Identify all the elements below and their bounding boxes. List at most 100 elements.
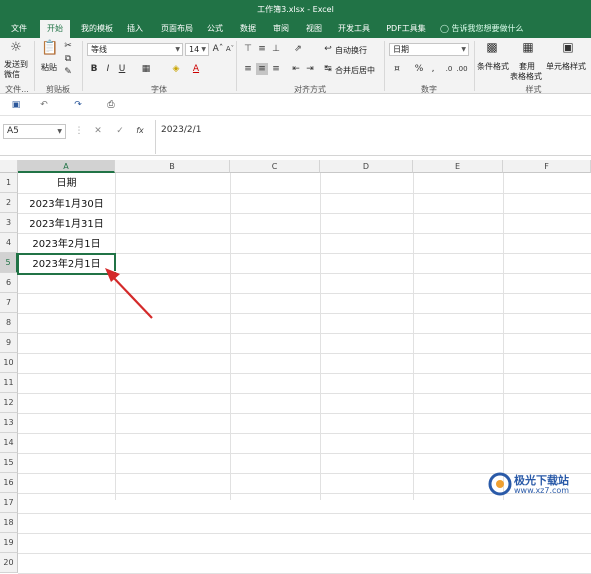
cell-a4[interactable]: 2023年2月1日 <box>18 235 115 255</box>
cell-styles-button[interactable]: 单元格样式 <box>546 61 586 72</box>
row-header-6[interactable]: 6 <box>0 273 18 293</box>
merge-center-icon[interactable]: ↹ <box>322 63 334 75</box>
cell-a1[interactable]: 日期 <box>18 175 115 193</box>
row-header-1[interactable]: 1 <box>0 173 18 193</box>
row-header-7[interactable]: 7 <box>0 293 18 313</box>
increase-font-icon[interactable]: Aˆ <box>212 43 224 55</box>
wechat-send-icon[interactable]: ☼ <box>8 42 24 58</box>
row-header-16[interactable]: 16 <box>0 473 18 493</box>
row-header-17[interactable]: 17 <box>0 493 18 513</box>
borders-icon[interactable]: ▦ <box>140 63 152 75</box>
paste-button[interactable]: 粘贴 <box>41 62 57 73</box>
align-bottom-icon[interactable]: ⊥ <box>270 43 282 55</box>
conditional-format-button[interactable]: 条件格式 <box>477 61 509 72</box>
align-left-icon[interactable]: ≡ <box>242 63 254 75</box>
accounting-format-icon[interactable]: ¤ <box>391 63 403 75</box>
wrap-text-icon[interactable]: ↩ <box>322 43 334 55</box>
column-header-d[interactable]: D <box>320 160 413 173</box>
decrease-indent-icon[interactable]: ⇤ <box>290 63 302 75</box>
increase-decimal-icon[interactable]: .0 <box>443 63 455 75</box>
format-as-table-icon[interactable]: ▦ <box>520 41 536 57</box>
format-as-table-button-line2[interactable]: 表格格式 <box>510 71 542 82</box>
worksheet-grid[interactable]: A B C D E F 日期 2023年1月30日 2023年1月31日 202… <box>0 160 591 500</box>
tab-insert[interactable]: 插入 <box>122 20 148 38</box>
tab-formulas[interactable]: 公式 <box>202 20 228 38</box>
grid-line <box>18 513 591 514</box>
tell-me-search[interactable]: ◯ 告诉我您想要做什么 <box>440 20 524 38</box>
row-header-19[interactable]: 19 <box>0 533 18 553</box>
format-painter-icon[interactable]: ✎ <box>62 66 74 78</box>
row-header-20[interactable]: 20 <box>0 553 18 573</box>
column-header-e[interactable]: E <box>413 160 503 173</box>
save-icon[interactable]: ▣ <box>10 99 22 111</box>
tab-developer[interactable]: 开发工具 <box>334 20 374 38</box>
tab-view[interactable]: 视图 <box>301 20 327 38</box>
undo-icon[interactable]: ↶ <box>38 99 50 111</box>
tab-pdf-tools[interactable]: PDF工具集 <box>381 20 431 38</box>
italic-button[interactable]: I <box>102 63 114 75</box>
copy-icon[interactable]: ⧉ <box>62 53 74 65</box>
bold-button[interactable]: B <box>88 63 100 75</box>
tab-my-templates[interactable]: 我的模板 <box>75 20 119 38</box>
font-name-combo[interactable]: 等线▼ <box>87 43 183 56</box>
align-center-icon[interactable]: ≡ <box>256 63 268 75</box>
tab-file[interactable]: 文件 <box>2 20 36 38</box>
column-header-c[interactable]: C <box>230 160 320 173</box>
row-header-11[interactable]: 11 <box>0 373 18 393</box>
decrease-decimal-icon[interactable]: .00 <box>456 63 468 75</box>
tab-data[interactable]: 数据 <box>235 20 261 38</box>
cancel-icon[interactable]: ✕ <box>92 125 104 137</box>
wrap-text-button[interactable]: 自动换行 <box>335 45 367 56</box>
tab-review[interactable]: 审阅 <box>268 20 294 38</box>
row-header-15[interactable]: 15 <box>0 453 18 473</box>
fill-color-icon[interactable]: ◈ <box>170 63 182 75</box>
cell-a3[interactable]: 2023年1月31日 <box>18 215 115 235</box>
font-color-button[interactable]: A <box>190 63 202 75</box>
tab-home[interactable]: 开始 <box>40 20 70 38</box>
conditional-format-icon[interactable]: ▩ <box>484 41 500 57</box>
grid-line <box>230 173 231 500</box>
percent-button[interactable]: % <box>413 63 425 75</box>
merge-center-button[interactable]: 合并后居中 <box>335 65 375 76</box>
insert-function-button[interactable]: fx <box>134 125 146 137</box>
send-to-wechat-button[interactable]: 发送到微信 <box>4 60 32 80</box>
row-header-2[interactable]: 2 <box>0 193 18 213</box>
cut-icon[interactable]: ✂ <box>62 40 74 52</box>
row-header-4[interactable]: 4 <box>0 233 18 253</box>
row-header-10[interactable]: 10 <box>0 353 18 373</box>
row-header-12[interactable]: 12 <box>0 393 18 413</box>
row-header-13[interactable]: 13 <box>0 413 18 433</box>
name-box[interactable]: A5 ▼ <box>3 124 66 139</box>
enter-icon[interactable]: ✓ <box>114 125 126 137</box>
row-header-5[interactable]: 5 <box>0 253 18 273</box>
column-header-b[interactable]: B <box>115 160 230 173</box>
annotation-arrow <box>100 262 160 324</box>
font-size-combo[interactable]: 14▼ <box>185 43 209 56</box>
paste-icon[interactable]: 📋 <box>41 42 57 60</box>
cell-a2[interactable]: 2023年1月30日 <box>18 195 115 215</box>
redo-icon[interactable]: ↷ <box>72 99 84 111</box>
quick-access-toolbar: ▣ ↶ ↷ ⎙ <box>0 94 591 116</box>
tab-page-layout[interactable]: 页面布局 <box>155 20 199 38</box>
number-format-combo[interactable]: 日期▼ <box>389 43 469 56</box>
comma-button[interactable]: , <box>427 63 439 75</box>
column-header-a[interactable]: A <box>18 160 115 173</box>
align-top-icon[interactable]: ⊤ <box>242 43 254 55</box>
decrease-font-icon[interactable]: Aˇ <box>224 43 236 55</box>
row-header-9[interactable]: 9 <box>0 333 18 353</box>
align-middle-icon[interactable]: ≡ <box>256 43 268 55</box>
column-header-f[interactable]: F <box>503 160 591 173</box>
row-header-14[interactable]: 14 <box>0 433 18 453</box>
increase-indent-icon[interactable]: ⇥ <box>304 63 316 75</box>
underline-button[interactable]: U <box>116 63 128 75</box>
row-header-18[interactable]: 18 <box>0 513 18 533</box>
window-title: 工作簿3.xlsx - Excel <box>0 4 591 15</box>
row-header-8[interactable]: 8 <box>0 313 18 333</box>
print-preview-icon[interactable]: ⎙ <box>105 99 117 111</box>
align-right-icon[interactable]: ≡ <box>270 63 282 75</box>
row-header-3[interactable]: 3 <box>0 213 18 233</box>
formula-input[interactable]: 2023/2/1 <box>155 120 591 154</box>
select-all-corner[interactable] <box>0 160 18 173</box>
orientation-icon[interactable]: ⇗ <box>292 43 304 55</box>
cell-styles-icon[interactable]: ▣ <box>560 41 576 57</box>
